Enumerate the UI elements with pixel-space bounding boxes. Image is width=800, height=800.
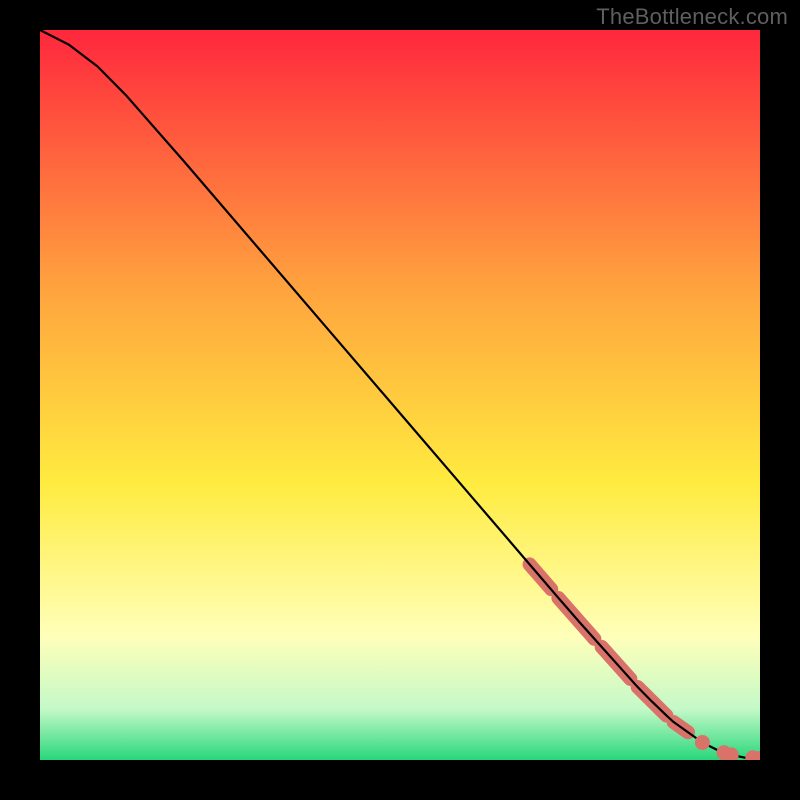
plot-area [40,30,760,760]
highlight-point [724,748,738,760]
plot-svg [40,30,760,760]
highlight-point [695,735,709,749]
watermark-text: TheBottleneck.com [596,4,788,30]
gradient-background [40,30,760,760]
chart-frame: TheBottleneck.com [0,0,800,800]
